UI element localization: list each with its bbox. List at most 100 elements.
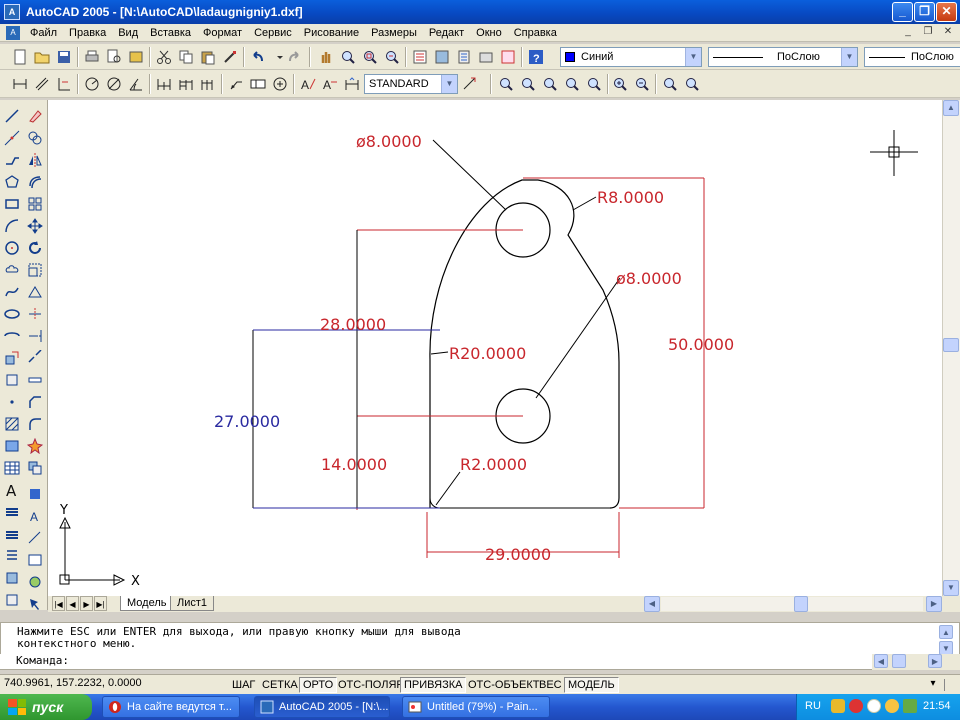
cmd-scroll-left-icon[interactable]: ◀ [874, 654, 888, 668]
tolerance-icon[interactable] [248, 74, 268, 94]
doc-close-button[interactable]: ✕ [940, 25, 956, 40]
zoom-center-icon[interactable] [562, 74, 582, 94]
chevron-down-icon[interactable]: ▼ [441, 75, 457, 93]
sheet-set-icon[interactable] [476, 47, 496, 67]
polyline-icon[interactable] [2, 150, 22, 170]
menu-draw[interactable]: Рисование [298, 27, 365, 39]
cmd-hscroll[interactable]: ◀ ▶ [872, 654, 960, 670]
layer-manager-icon[interactable] [2, 590, 22, 610]
hscroll-track[interactable] [661, 597, 923, 611]
menu-view[interactable]: Вид [112, 27, 144, 39]
move-icon[interactable] [25, 216, 45, 236]
tray-speaker-icon[interactable] [867, 699, 881, 713]
zoom-window-icon[interactable] [360, 47, 380, 67]
menu-format[interactable]: Формат [197, 27, 248, 39]
radius-dim-icon[interactable] [82, 74, 102, 94]
tray-shield-icon[interactable] [849, 699, 863, 713]
gradient-icon[interactable] [2, 436, 22, 456]
cmd-scroll-down-icon[interactable]: ▼ [939, 641, 953, 655]
snap-toggle[interactable]: ШАГ [228, 677, 259, 693]
rectangle-icon[interactable] [2, 194, 22, 214]
paste-icon[interactable] [198, 47, 218, 67]
vertical-scrollbar[interactable]: ▲ ▼ [942, 100, 960, 596]
print-icon[interactable] [82, 47, 102, 67]
array-icon[interactable] [25, 194, 45, 214]
scroll-up-icon[interactable]: ▲ [943, 100, 959, 116]
table-style-icon[interactable] [25, 550, 45, 570]
scroll-left-icon[interactable]: ◀ [644, 596, 660, 612]
menu-help[interactable]: Справка [508, 27, 563, 39]
start-button[interactable]: пуск [0, 694, 92, 720]
help-icon[interactable]: ? [526, 47, 546, 67]
zoom-dynamic-icon[interactable] [518, 74, 538, 94]
doc-minimize-button[interactable]: _ [900, 25, 916, 40]
document-icon[interactable]: A [6, 25, 20, 40]
zoom-in-icon[interactable] [610, 74, 630, 94]
new-icon[interactable] [10, 47, 30, 67]
minimize-button[interactable]: _ [892, 2, 913, 22]
properties-palette-icon[interactable] [2, 546, 22, 566]
scroll-right-icon[interactable]: ▶ [926, 596, 942, 612]
dim-style-icon[interactable] [25, 528, 45, 548]
zoom-previous-icon[interactable] [382, 47, 402, 67]
zoom-out-icon[interactable] [632, 74, 652, 94]
cmd-scroll-right-icon[interactable]: ▶ [928, 654, 942, 668]
scale-icon[interactable] [25, 260, 45, 280]
save-icon[interactable] [54, 47, 74, 67]
spline-icon[interactable] [2, 282, 22, 302]
ellipse-icon[interactable] [2, 304, 22, 324]
match-icon[interactable] [25, 572, 45, 592]
lineweight-toggle[interactable]: ВЕС [535, 677, 566, 693]
command-input[interactable]: Команда: [0, 654, 870, 669]
diameter-dim-icon[interactable] [104, 74, 124, 94]
drawing-area[interactable]: ø8.0000 R8.0000 ø8.0000 28.0000 R20.0000… [48, 100, 942, 596]
tab-next-icon[interactable]: ▶ [80, 596, 93, 611]
language-indicator[interactable]: RU [805, 700, 821, 712]
insert-block-icon[interactable] [2, 348, 22, 368]
baseline-dim-icon[interactable] [176, 74, 196, 94]
doc-restore-button[interactable]: ❐ [920, 25, 936, 40]
zoom-all-icon[interactable] [660, 74, 680, 94]
hatch-icon[interactable] [2, 414, 22, 434]
color-combo[interactable]: Синий ▼ [560, 47, 702, 67]
line-icon[interactable] [2, 106, 22, 126]
cmd-scroll-up-icon[interactable]: ▲ [939, 625, 953, 639]
erase-icon[interactable] [25, 106, 45, 126]
osnap-toggle[interactable]: ПРИВЯЗКА [400, 677, 467, 693]
aligned-dim-icon[interactable] [32, 74, 52, 94]
draw-order-icon[interactable] [25, 458, 45, 478]
ordinate-dim-icon[interactable] [54, 74, 74, 94]
tab-first-icon[interactable]: |◀ [52, 596, 65, 611]
layer-state-icon[interactable] [2, 524, 22, 544]
text-style-icon[interactable]: A [25, 506, 45, 526]
chamfer-icon[interactable] [25, 392, 45, 412]
scroll-thumb[interactable] [943, 338, 959, 352]
tool-palettes-icon[interactable] [454, 47, 474, 67]
circle-icon[interactable] [2, 238, 22, 258]
dimstyle-icon[interactable] [460, 74, 480, 94]
mirror-icon[interactable] [25, 150, 45, 170]
polygon-icon[interactable] [2, 172, 22, 192]
dim-edit-icon[interactable]: A [298, 74, 318, 94]
dim-update-icon[interactable] [342, 74, 362, 94]
dimstyle-combo[interactable]: STANDARD ▼ [364, 74, 458, 94]
copy-object-icon[interactable] [25, 128, 45, 148]
break-icon[interactable] [25, 370, 45, 390]
restore-button[interactable]: ❐ [914, 2, 935, 22]
layer-previous-icon[interactable] [2, 568, 22, 588]
scroll-down-icon[interactable]: ▼ [943, 580, 959, 596]
tab-last-icon[interactable]: ▶| [94, 596, 107, 611]
tray-app-icon[interactable] [831, 699, 845, 713]
table-icon[interactable] [2, 458, 22, 478]
tab-prev-icon[interactable]: ◀ [66, 596, 79, 611]
hscroll-thumb[interactable] [794, 596, 808, 612]
match-properties-icon[interactable] [220, 47, 240, 67]
menu-dimension[interactable]: Размеры [365, 27, 423, 39]
menu-modify[interactable]: Редакт [423, 27, 470, 39]
angular-dim-icon[interactable] [126, 74, 146, 94]
status-menu-icon[interactable]: ▾ [926, 677, 940, 691]
fillet-icon[interactable] [25, 414, 45, 434]
linetype-combo[interactable]: ПоСлою ▼ [708, 47, 858, 67]
revision-cloud-icon[interactable] [2, 260, 22, 280]
autocad-icon[interactable]: A [4, 4, 20, 20]
